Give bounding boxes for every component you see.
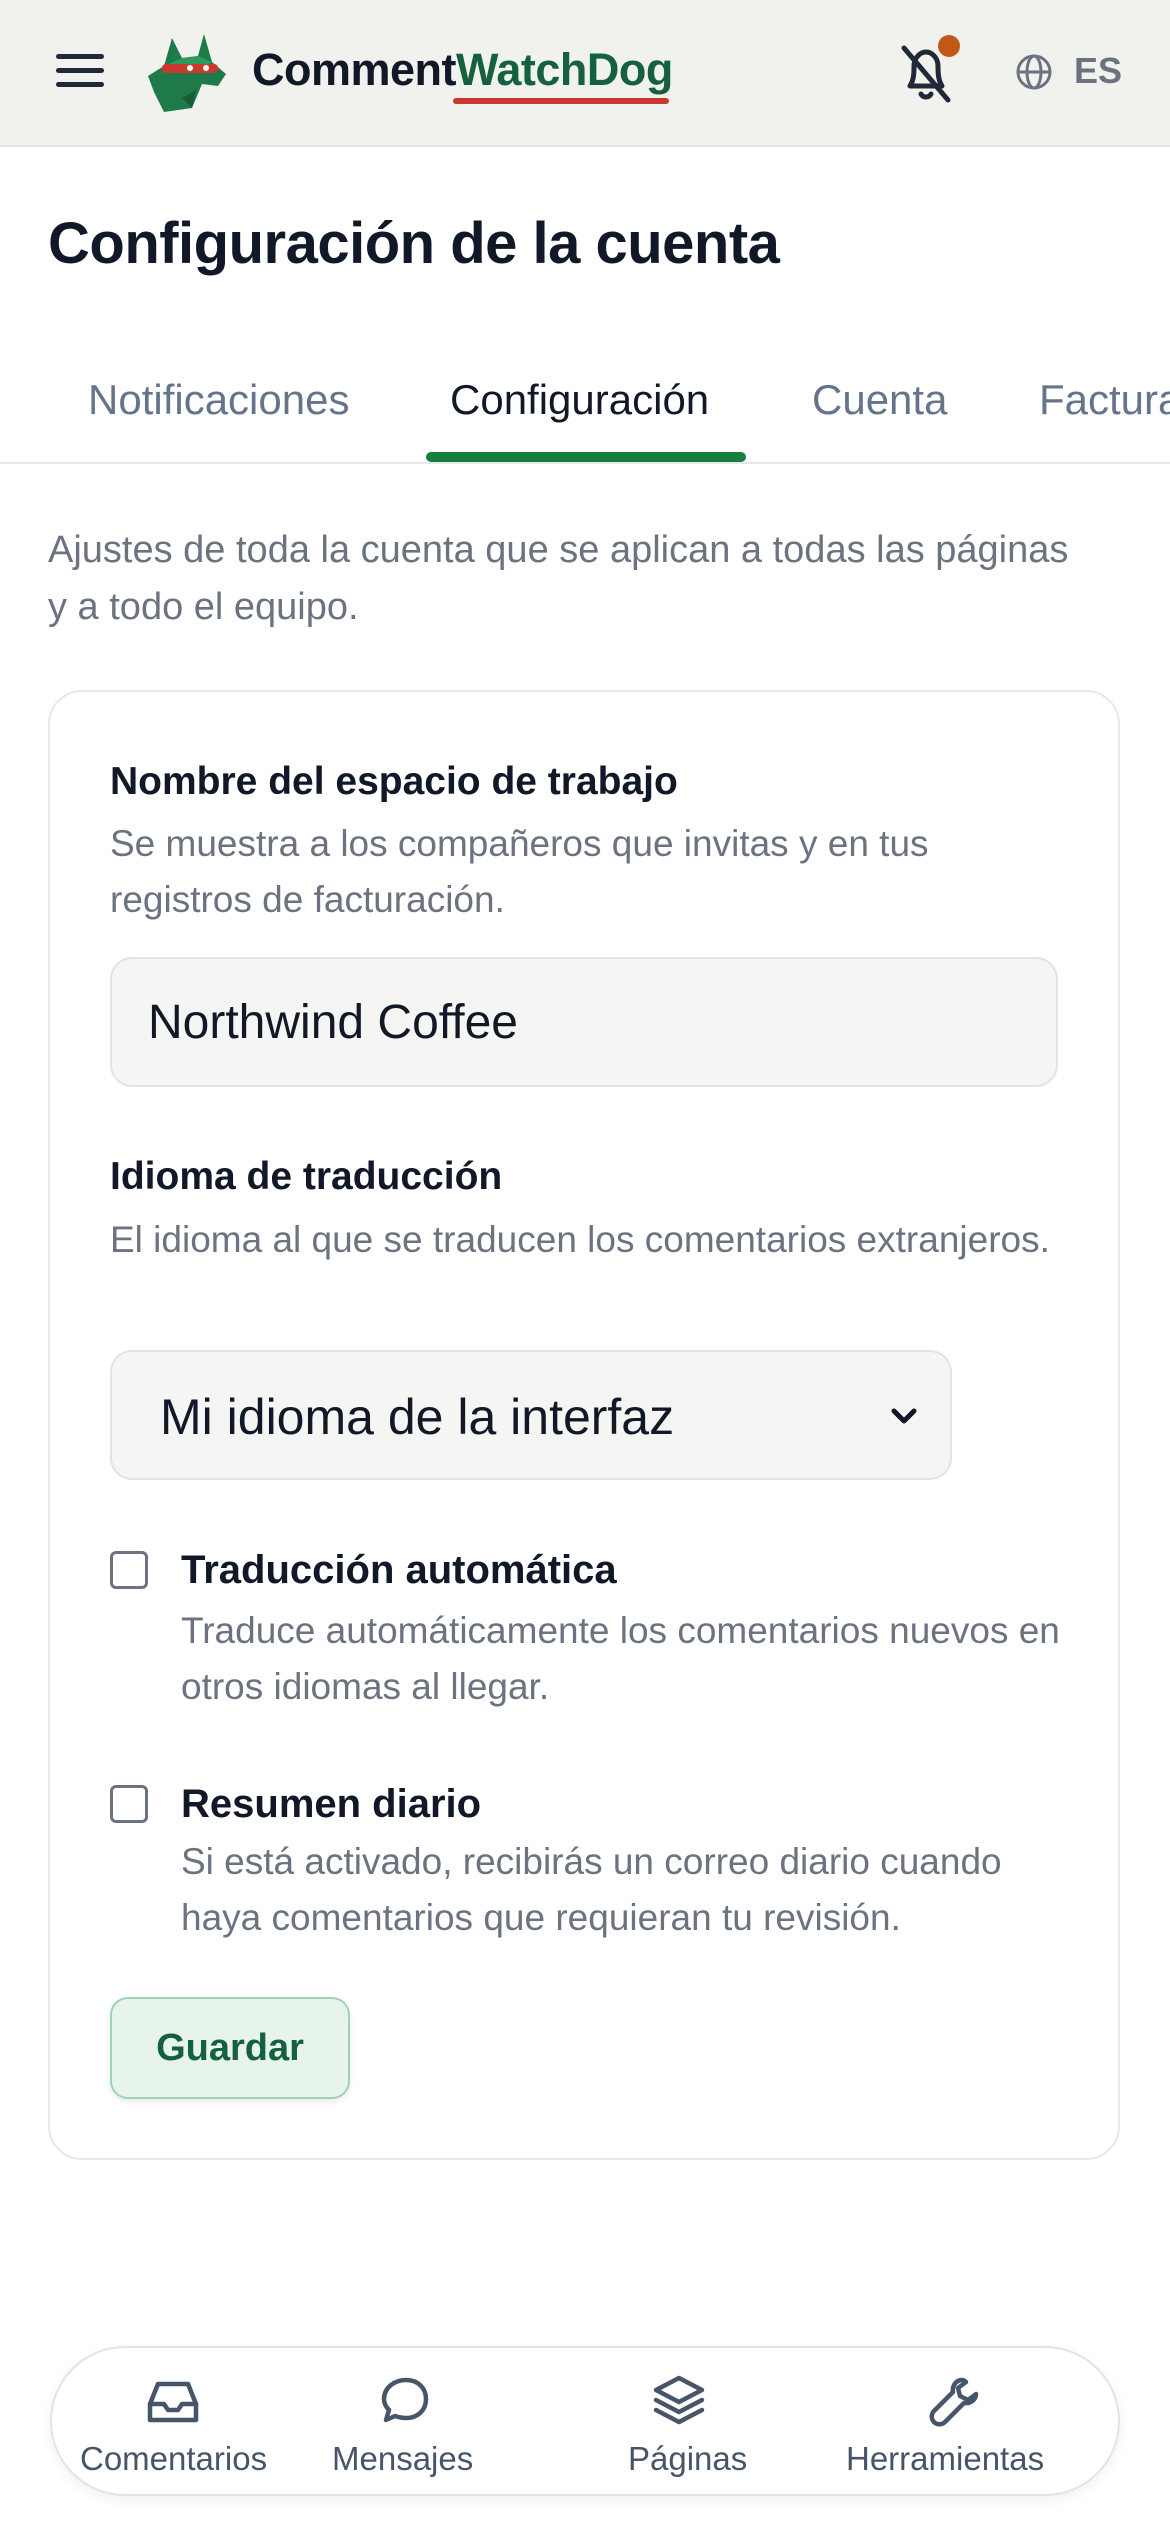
language-selector[interactable]: ES — [1074, 50, 1122, 92]
notification-dot — [938, 35, 960, 57]
workspace-name-input[interactable] — [110, 957, 1058, 1087]
auto-translate-label: Traducción automática — [181, 1548, 617, 1592]
workspace-name-help: Se muestra a los compañeros que invitas … — [110, 823, 929, 920]
nav-label-pages: Páginas — [628, 2440, 748, 2477]
save-button[interactable]: Guardar — [110, 1997, 350, 2099]
globe-icon[interactable] — [1014, 52, 1054, 92]
tab-billing[interactable]: Facturación — [1039, 376, 1170, 424]
brand-name[interactable]: CommentWatchDog — [252, 44, 673, 96]
chat-bubble-icon — [381, 2377, 429, 2423]
layers-icon — [653, 2375, 705, 2425]
daily-summary-label: Resumen diario — [181, 1782, 482, 1826]
menu-icon[interactable] — [56, 54, 104, 94]
auto-translate-help: Traduce automáticamente los comentarios … — [181, 1610, 1060, 1707]
nav-item-comments[interactable]: Comentarios — [52, 2348, 312, 2498]
tab-notifications[interactable]: Notificaciones — [88, 376, 349, 424]
auto-translate-checkbox[interactable] — [110, 1551, 148, 1589]
daily-summary-help: Si está activado, recibirás un correo di… — [181, 1841, 1002, 1938]
tab-account[interactable]: Cuenta — [812, 376, 947, 424]
translation-language-help: El idioma al que se traducen los comenta… — [110, 1219, 1050, 1260]
nav-item-messages[interactable]: Mensajes — [312, 2348, 572, 2498]
brand-part-comment: Comment — [252, 44, 457, 95]
logo-icon — [148, 34, 226, 112]
settings-description: Ajustes de toda la cuenta que se aplican… — [48, 529, 1069, 628]
nav-label-comments: Comentarios — [80, 2440, 268, 2477]
translation-language-label: Idioma de traducción — [110, 1155, 503, 1198]
chevron-down-icon — [891, 1408, 917, 1424]
nav-label-messages: Mensajes — [332, 2440, 474, 2477]
tab-settings[interactable]: Configuración — [450, 376, 709, 424]
brand-underline — [453, 98, 669, 104]
nav-item-pages[interactable]: Páginas — [572, 2348, 832, 2498]
active-tab-indicator — [426, 452, 746, 462]
nav-label-tools: Herramientas — [846, 2440, 1045, 2477]
page-title: Configuración de la cuenta — [48, 211, 780, 276]
translation-language-value: Mi idioma de la interfaz — [160, 1389, 675, 1445]
app-header: CommentWatchDog ES — [0, 0, 1170, 147]
nav-item-tools[interactable]: Herramientas — [832, 2348, 1122, 2498]
translation-language-select[interactable]: Mi idioma de la interfaz — [110, 1350, 952, 1480]
daily-summary-checkbox[interactable] — [110, 1785, 148, 1823]
brand-part-watchdog: WatchDog — [456, 44, 673, 95]
tab-bar: Notificaciones Configuración Cuenta Fact… — [0, 370, 1170, 464]
workspace-name-label: Nombre del espacio de trabajo — [110, 760, 678, 803]
bottom-nav: Comentarios Mensajes Páginas Herramienta… — [50, 2346, 1120, 2496]
wrench-icon — [929, 2377, 979, 2427]
inbox-icon — [147, 2381, 199, 2423]
